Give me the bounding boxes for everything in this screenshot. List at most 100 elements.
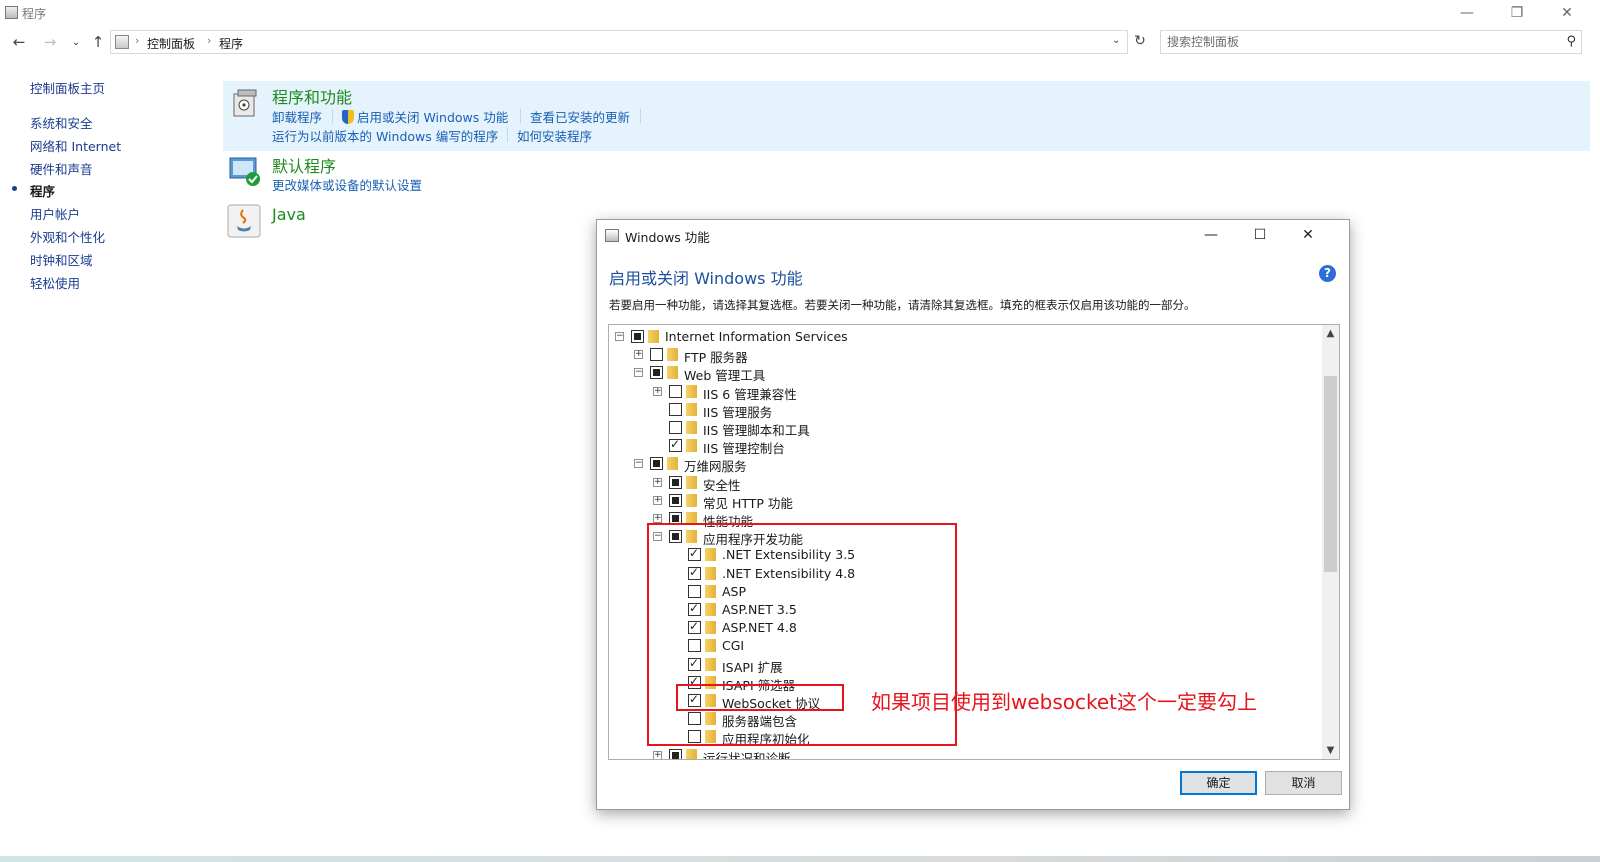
scroll-down-arrow-icon[interactable]: ▼ <box>1322 742 1339 759</box>
feature-checkbox[interactable] <box>669 748 682 759</box>
tree-node[interactable]: + IIS 6 管理兼容性 <box>653 383 1153 402</box>
expand-icon[interactable]: + <box>634 350 643 360</box>
chevron-right-icon[interactable]: › <box>207 34 211 47</box>
tree-node-label: IIS 管理控制台 <box>703 441 785 457</box>
active-bullet-icon <box>12 186 17 191</box>
folder-icon <box>686 475 697 489</box>
java-title[interactable]: Java <box>272 205 306 224</box>
scroll-thumb[interactable] <box>1324 376 1337 572</box>
feature-checkbox[interactable] <box>669 437 682 453</box>
leftnav-item-clock-region[interactable]: 时钟和区域 <box>30 250 93 269</box>
refresh-icon[interactable]: ↻ <box>1130 31 1150 51</box>
tree-node-label: FTP 服务器 <box>684 350 748 366</box>
ok-button[interactable]: 确定 <box>1180 771 1257 795</box>
expand-icon[interactable]: + <box>653 477 662 487</box>
chevron-right-icon[interactable]: › <box>135 34 139 47</box>
feature-checkbox[interactable] <box>650 348 663 362</box>
feature-checkbox[interactable] <box>669 475 682 489</box>
address-bar[interactable]: › 控制面板 › 程序 ⌄ <box>110 30 1128 54</box>
uninstall-program-link[interactable]: 卸载程序 <box>272 107 322 126</box>
uac-shield-icon <box>342 110 354 124</box>
tree-node[interactable]: + 常见 HTTP 功能 <box>653 492 1153 511</box>
tree-node-label: Web 管理工具 <box>684 368 766 384</box>
tree-node[interactable]: + FTP 服务器 <box>634 346 1134 366</box>
taskbar-edge <box>0 856 1600 862</box>
tree-scrollbar[interactable]: ▲ ▼ <box>1322 325 1339 759</box>
annotation-highlight-websocket <box>676 684 844 711</box>
folder-icon <box>686 421 697 434</box>
leftnav-item-ease-of-access[interactable]: 轻松使用 <box>30 273 80 292</box>
expand-icon[interactable]: + <box>653 750 662 759</box>
leftnav-item-appearance[interactable]: 外观和个性化 <box>30 227 105 246</box>
folder-icon <box>667 348 678 362</box>
expand-icon[interactable]: + <box>653 514 662 523</box>
search-box[interactable]: ⚲ <box>1160 30 1582 54</box>
tree-node[interactable]: IIS 管理脚本和工具 <box>653 419 1153 438</box>
folder-icon <box>667 457 678 471</box>
dialog-heading: 启用或关闭 Windows 功能 <box>609 269 803 288</box>
search-input[interactable] <box>1161 31 1551 53</box>
breadcrumb-control-panel[interactable]: 控制面板 <box>147 35 195 52</box>
leftnav-item-hardware-sound[interactable]: 硬件和声音 <box>30 159 93 178</box>
feature-checkbox[interactable] <box>669 493 682 507</box>
leftnav-item-network[interactable]: 网络和 Internet <box>30 136 121 155</box>
folder-icon <box>648 330 659 343</box>
leftnav-item-programs[interactable]: 程序 <box>30 181 55 200</box>
feature-checkbox[interactable] <box>631 330 644 343</box>
turn-windows-features-label: 启用或关闭 Windows 功能 <box>357 110 509 125</box>
address-dropdown-chevron-icon[interactable]: ⌄ <box>1112 35 1120 46</box>
collapse-icon[interactable]: − <box>615 332 624 341</box>
tree-node[interactable]: + 运行状况和诊断 <box>653 747 1153 759</box>
help-icon[interactable]: ? <box>1319 265 1336 282</box>
forward-arrow-icon[interactable]: → <box>40 32 60 52</box>
tree-node[interactable]: IIS 管理服务 <box>653 401 1153 420</box>
back-arrow-icon[interactable]: ← <box>9 32 29 52</box>
window-title: 程序 <box>22 7 47 21</box>
expand-icon[interactable]: + <box>653 495 662 505</box>
dialog-close-button[interactable]: ✕ <box>1288 223 1328 247</box>
view-installed-updates-link[interactable]: 查看已安装的更新 <box>530 107 630 126</box>
collapse-icon[interactable]: − <box>634 368 643 378</box>
feature-checkbox[interactable] <box>669 421 682 434</box>
programs-and-features-title[interactable]: 程序和功能 <box>272 84 352 108</box>
scroll-up-arrow-icon[interactable]: ▲ <box>1322 325 1339 342</box>
close-button[interactable]: ✕ <box>1544 0 1590 26</box>
feature-checkbox[interactable] <box>650 457 663 471</box>
feature-checkbox[interactable] <box>669 402 682 416</box>
restore-button[interactable]: ❐ <box>1494 0 1540 26</box>
folder-icon <box>686 748 697 759</box>
tree-node-label: 安全性 <box>703 477 741 493</box>
dialog-description: 若要启用一种功能，请选择其复选框。若要关闭一种功能，请清除其复选框。填充的框表示… <box>609 298 1196 312</box>
programs-and-features-icon <box>233 89 257 117</box>
leftnav-item-home[interactable]: 控制面板主页 <box>30 78 105 97</box>
breadcrumb-programs[interactable]: 程序 <box>219 35 243 52</box>
leftnav-item-system-security[interactable]: 系统和安全 <box>30 113 93 132</box>
turn-windows-features-link[interactable]: 启用或关闭 Windows 功能 <box>342 107 508 126</box>
dialog-maximize-button[interactable]: ☐ <box>1240 223 1280 247</box>
search-icon[interactable]: ⚲ <box>1566 34 1576 49</box>
cancel-button[interactable]: 取消 <box>1265 771 1342 795</box>
tree-node-label: IIS 管理服务 <box>703 404 773 420</box>
up-arrow-icon[interactable]: ↑ <box>88 32 108 52</box>
recent-locations-chevron-icon[interactable]: ⌄ <box>66 32 86 52</box>
dialog-minimize-button[interactable]: — <box>1191 223 1231 247</box>
feature-checkbox[interactable] <box>650 366 663 380</box>
default-programs-title[interactable]: 默认程序 <box>272 153 336 177</box>
default-programs-icon <box>229 157 260 186</box>
run-older-programs-link[interactable]: 运行为以前版本的 Windows 编写的程序 <box>272 126 498 145</box>
dialog-title: Windows 功能 <box>625 230 710 245</box>
tree-node[interactable]: IIS 管理控制台 <box>653 437 1153 457</box>
tree-node[interactable]: − Web 管理工具 <box>634 364 1134 384</box>
folder-icon <box>686 402 697 416</box>
tree-node[interactable]: + 安全性 <box>653 474 1153 493</box>
expand-icon[interactable]: + <box>653 386 662 396</box>
tree-node[interactable]: − Internet Information Services <box>615 328 1115 346</box>
minimize-button[interactable]: — <box>1444 0 1490 26</box>
feature-checkbox[interactable] <box>669 384 682 398</box>
how-to-install-link[interactable]: 如何安装程序 <box>517 126 592 145</box>
tree-node[interactable]: − 万维网服务 <box>634 455 1134 474</box>
change-media-defaults-link[interactable]: 更改媒体或设备的默认设置 <box>272 175 422 194</box>
window-titlebar: 程序 — ❐ ✕ <box>0 0 1600 26</box>
leftnav-item-user-accounts[interactable]: 用户帐户 <box>30 204 80 223</box>
collapse-icon[interactable]: − <box>634 459 643 469</box>
